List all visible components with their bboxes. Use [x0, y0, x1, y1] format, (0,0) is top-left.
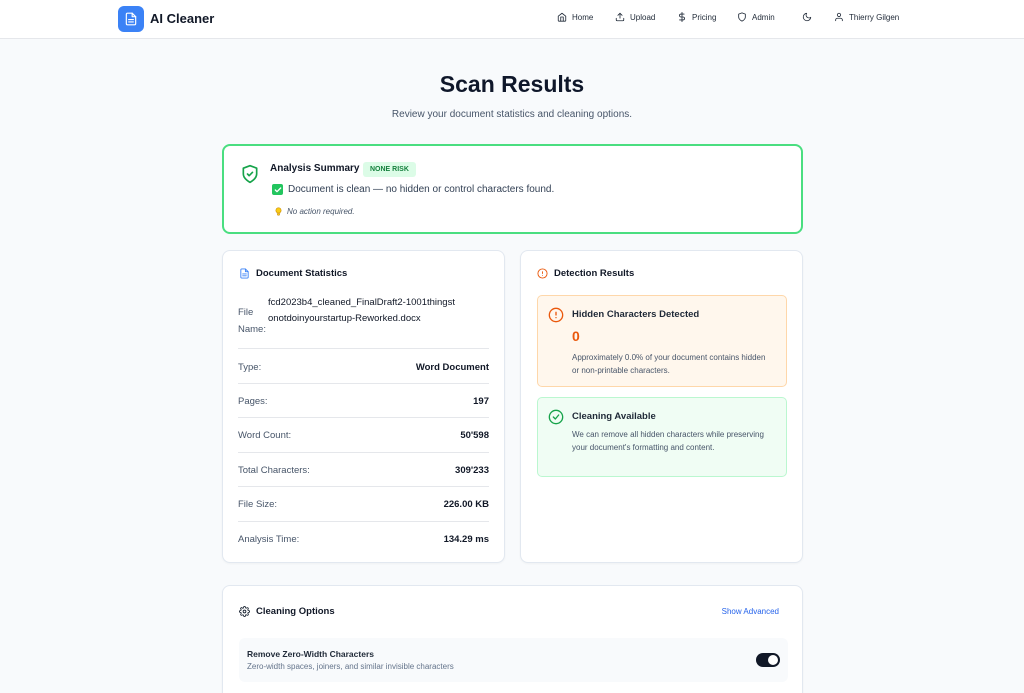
user-menu[interactable]: Thierry Gilgen — [834, 12, 899, 22]
app-logo[interactable] — [118, 6, 144, 32]
stat-value: 197 — [473, 395, 489, 407]
cleaning-available-title: Cleaning Available — [572, 411, 656, 422]
theme-toggle[interactable] — [802, 12, 817, 22]
risk-badge: NONE RISK — [363, 162, 416, 177]
stat-row-word-count: Word Count: 50'598 — [238, 419, 489, 453]
alert-circle-icon — [537, 268, 548, 279]
shield-check-icon — [242, 164, 258, 184]
top-navbar: AI Cleaner Home Upload Pricing Admin Thi… — [0, 0, 1024, 39]
nav-home-label: Home — [572, 12, 594, 22]
cleaning-options-card: Cleaning Options Show Advanced Remove Ze… — [222, 585, 803, 693]
stat-row-analysis-time: Analysis Time: 134.29 ms — [238, 523, 489, 556]
stat-value: 226.00 KB — [443, 499, 489, 510]
statistics-header: Document Statistics — [239, 268, 347, 279]
detection-header: Detection Results — [537, 268, 634, 279]
lightbulb-icon — [275, 207, 282, 216]
gear-icon — [239, 606, 250, 617]
summary-tip: No action required. — [274, 207, 355, 216]
option-title: Remove Zero-Width Characters — [247, 649, 374, 659]
clean-message: Document is clean — no hidden or control… — [272, 184, 554, 195]
document-icon — [125, 12, 137, 26]
cleaning-options-title: Cleaning Options — [256, 606, 335, 617]
option-description: Zero-width spaces, joiners, and similar … — [247, 662, 454, 671]
nav-pricing[interactable]: Pricing — [677, 12, 716, 22]
dollar-icon — [679, 12, 685, 22]
home-icon — [557, 12, 567, 22]
check-circle-icon — [548, 409, 564, 425]
file-text-icon — [240, 268, 249, 279]
toggle-knob — [768, 655, 778, 665]
stat-label: Total Characters: — [238, 464, 310, 476]
zero-width-toggle[interactable] — [756, 653, 780, 667]
cleaning-options-header: Cleaning Options — [239, 606, 335, 617]
cleaning-available-text: We can remove all hidden characters whil… — [572, 430, 764, 452]
nav-admin-label: Admin — [752, 12, 775, 22]
user-name: Thierry Gilgen — [849, 12, 900, 22]
stat-value: 309'233 — [455, 464, 489, 476]
show-advanced-link[interactable]: Show Advanced — [722, 607, 779, 616]
stat-label: Analysis Time: — [238, 534, 300, 545]
nav-admin[interactable]: Admin — [737, 12, 775, 22]
stat-value: Word Document — [415, 361, 489, 373]
stat-label: Pages: — [238, 395, 268, 407]
page-title: Scan Results — [439, 71, 585, 97]
hidden-characters-count: 0 — [572, 328, 580, 344]
stat-label: File Size: — [238, 499, 278, 510]
divider — [238, 348, 489, 349]
hidden-characters-box: Hidden Characters Detected 0 Approximate… — [537, 295, 787, 387]
stat-label: Type: — [238, 361, 262, 373]
hidden-characters-text: Approximately 0.0% of your document cont… — [572, 353, 766, 375]
summary-tip-text: No action required. — [287, 207, 355, 216]
stat-value: 50'598 — [460, 430, 489, 441]
option-row-zero-width: Remove Zero-Width Characters Zero-width … — [239, 638, 788, 682]
stat-value: 134.29 ms — [443, 534, 489, 545]
stat-row-type: Type: Word Document — [238, 351, 489, 384]
stat-label: Word Count: — [238, 430, 292, 441]
summary-title: Analysis Summary — [270, 163, 360, 174]
nav-pricing-label: Pricing — [692, 12, 717, 22]
detection-title: Detection Results — [554, 268, 635, 279]
shield-icon — [738, 12, 746, 22]
stat-row-file-size: File Size: 226.00 KB — [238, 488, 489, 522]
page-subtitle: Review your document statistics and clea… — [391, 109, 633, 120]
checkbox-check-icon — [272, 184, 283, 195]
statistics-title: Document Statistics — [256, 268, 348, 279]
hidden-characters-title: Hidden Characters Detected — [572, 309, 700, 320]
clean-message-text: Document is clean — no hidden or control… — [288, 184, 555, 195]
cleaning-available-box: Cleaning Available We can remove all hid… — [537, 397, 787, 477]
file-name-label: File Name: — [238, 307, 266, 335]
moon-icon — [802, 12, 812, 22]
upload-icon — [615, 12, 625, 22]
file-name-value: fcd2023b4_cleaned_FinalDraft2-1001things… — [268, 297, 455, 324]
analysis-summary-card: Analysis Summary NONE RISK Document is c… — [222, 144, 803, 234]
nav-home[interactable]: Home — [557, 12, 593, 22]
alert-circle-icon — [548, 307, 564, 323]
app-title[interactable]: AI Cleaner — [150, 11, 214, 26]
stat-row-pages: Pages: 197 — [238, 385, 489, 418]
nav-upload-label: Upload — [630, 12, 656, 22]
stat-row-total-characters: Total Characters: 309'233 — [238, 454, 489, 487]
nav-upload[interactable]: Upload — [615, 12, 655, 22]
user-icon — [835, 12, 843, 22]
detection-results-card: Detection Results Hidden Characters Dete… — [520, 250, 803, 563]
